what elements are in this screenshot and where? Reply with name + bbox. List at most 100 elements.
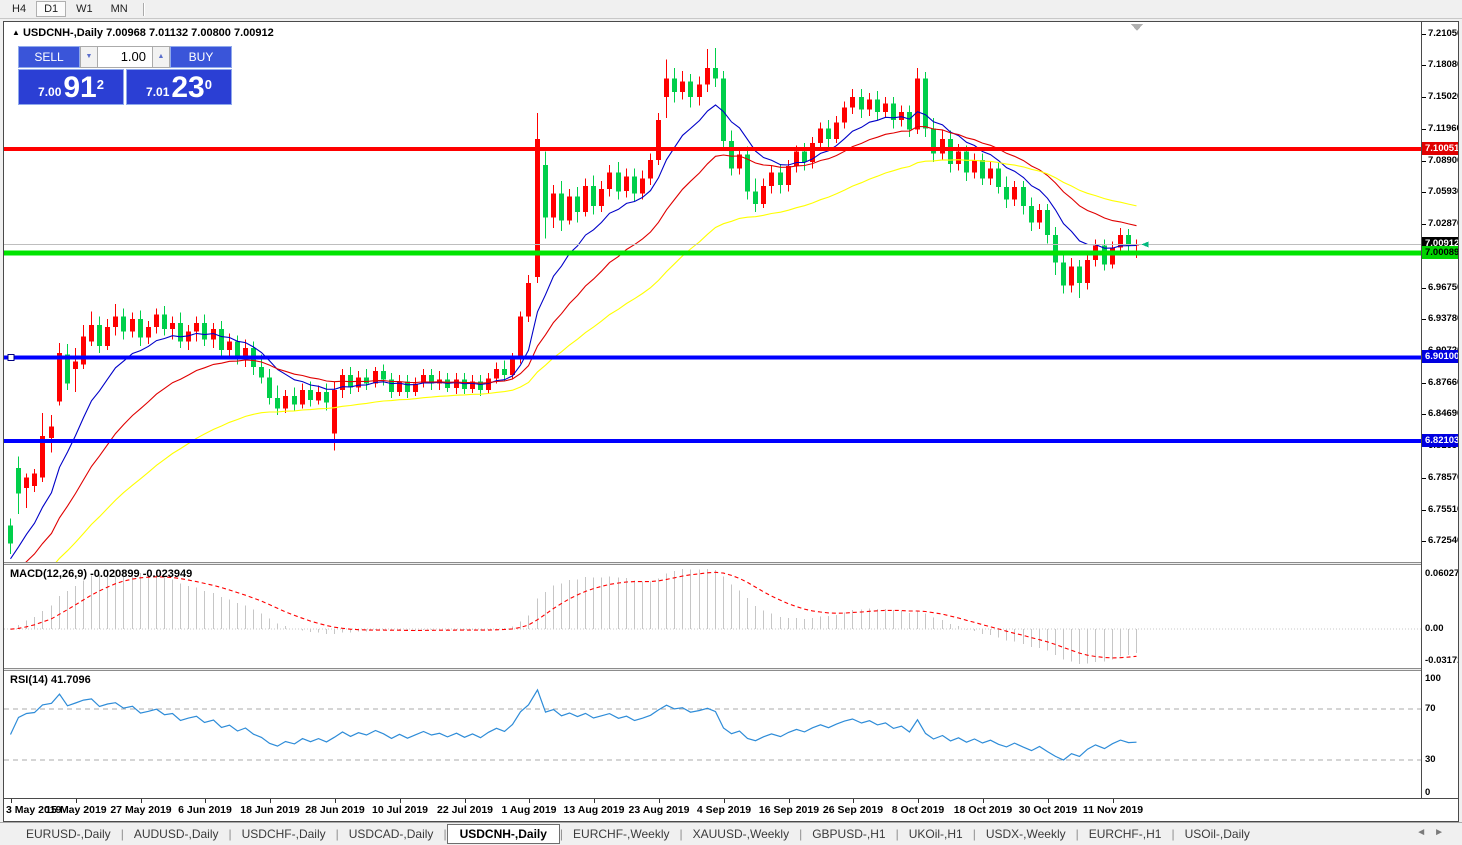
volume-decrease-button[interactable]: ▼ [80, 46, 98, 68]
date-axis-tick [594, 799, 595, 803]
date-tick-label: 27 May 2019 [110, 804, 171, 816]
price-tick-label: 6.78570 [1428, 472, 1459, 483]
price-tick-label: 6.93780 [1428, 313, 1459, 324]
volume-input[interactable]: 1.00 [98, 46, 152, 68]
date-tick-label: 18 Oct 2019 [954, 804, 1012, 816]
tab-usdx-weekly[interactable]: USDX-,Weekly [976, 825, 1076, 843]
date-tick-label: 6 Jun 2019 [178, 804, 232, 816]
price-axis[interactable]: 7.210507.180807.150207.119607.089007.059… [1422, 22, 1458, 798]
price-badge-6.82103[interactable]: 6.82103 [1422, 434, 1458, 447]
chart-tab-bar: EURUSD-,Daily|AUDUSD-,Daily|USDCHF-,Dail… [0, 822, 1462, 845]
macd-axis-zero: 0.00 [1425, 623, 1444, 634]
price-axis-tick [1422, 65, 1426, 66]
support-line-blue-upper[interactable] [4, 355, 1421, 359]
chart-shift-marker [1131, 24, 1143, 31]
date-tick-label: 1 Aug 2019 [501, 804, 556, 816]
rsi-name: RSI(14) [10, 674, 48, 686]
timeframe-button-h4[interactable]: H4 [4, 1, 34, 17]
price-axis-tick [1422, 383, 1426, 384]
buy-price-display[interactable]: 7.01 23 0 [126, 69, 232, 105]
one-click-trading-panel: SELL ▼ 1.00 ▲ BUY 7.00 91 2 7.01 23 0 [18, 46, 234, 105]
timeframe-button-d1[interactable]: D1 [36, 1, 66, 17]
macd-label: MACD(12,26,9) -0.020899 -0.023949 [10, 568, 192, 580]
symbol-collapse-icon[interactable]: ▲ [12, 28, 20, 37]
date-axis-tick [659, 799, 660, 803]
date-axis-tick [76, 799, 77, 803]
symbol-ohlc-line: ▲ USDCNH-,Daily 7.00968 7.01132 7.00800 … [12, 27, 274, 39]
price-axis-tick [1422, 288, 1426, 289]
tab-eurchf-h1[interactable]: EURCHF-,H1 [1079, 825, 1172, 843]
date-axis-tick [1048, 799, 1049, 803]
tab-eurusd-daily[interactable]: EURUSD-,Daily [16, 825, 121, 843]
date-tick-label: 22 Jul 2019 [437, 804, 493, 816]
rsi-axis-30: 30 [1425, 754, 1436, 765]
price-tick-label: 7.02870 [1428, 218, 1459, 229]
price-axis-tick [1422, 161, 1426, 162]
price-tick-label: 7.21050 [1428, 28, 1459, 39]
date-tick-label: 30 Oct 2019 [1019, 804, 1077, 816]
price-badge-7.10051[interactable]: 7.10051 [1422, 142, 1458, 155]
tab-scroll-arrows: ◄► [1416, 827, 1452, 838]
tab-scroll-left-icon[interactable]: ◄ [1416, 827, 1434, 838]
date-axis-tick [11, 799, 12, 803]
price-axis-tick [1422, 319, 1426, 320]
price-tick-label: 7.05930 [1428, 186, 1459, 197]
resistance-line-red[interactable] [4, 147, 1421, 151]
sell-price-display[interactable]: 7.00 91 2 [18, 69, 124, 105]
timeframe-button-w1[interactable]: W1 [68, 1, 101, 17]
date-axis-tick [335, 799, 336, 803]
tab-usoil-daily[interactable]: USOil-,Daily [1175, 825, 1260, 843]
buy-button[interactable]: BUY [170, 46, 232, 68]
date-axis-tick [141, 799, 142, 803]
macd-values: -0.020899 -0.023949 [90, 568, 192, 580]
price-tick-label: 6.72540 [1428, 535, 1459, 546]
current-price-line[interactable] [4, 244, 1421, 245]
tab-gbpusd-h1[interactable]: GBPUSD-,H1 [802, 825, 895, 843]
tab-usdchf-daily[interactable]: USDCHF-,Daily [232, 825, 336, 843]
price-axis-tick [1422, 541, 1426, 542]
symbol-title: USDCNH-,Daily [23, 27, 103, 39]
sell-price-sup: 2 [97, 70, 104, 100]
date-tick-label: 11 Nov 2019 [1083, 804, 1143, 816]
rsi-indicator-pane[interactable] [4, 671, 1421, 798]
tab-eurchf-weekly[interactable]: EURCHF-,Weekly [563, 825, 679, 843]
tab-usdcad-daily[interactable]: USDCAD-,Daily [339, 825, 444, 843]
macd-axis-max: 0.060273 [1425, 568, 1459, 579]
macd-name: MACD(12,26,9) [10, 568, 87, 580]
sell-button[interactable]: SELL [18, 46, 80, 68]
date-tick-label: 15 May 2019 [45, 804, 106, 816]
price-tick-label: 7.18080 [1428, 59, 1459, 70]
date-axis-tick [465, 799, 466, 803]
buy-price-prefix: 7.01 [146, 82, 169, 102]
support-line-green[interactable] [4, 251, 1421, 256]
volume-increase-button[interactable]: ▲ [152, 46, 170, 68]
date-axis[interactable]: 3 May 201915 May 201927 May 20196 Jun 20… [4, 798, 1458, 820]
rsi-label: RSI(14) 41.7096 [10, 674, 91, 686]
tab-xauusd-weekly[interactable]: XAUUSD-,Weekly [683, 825, 799, 843]
price-axis-tick [1422, 192, 1426, 193]
tab-usdcnh-daily[interactable]: USDCNH-,Daily [447, 824, 560, 844]
macd-indicator-pane[interactable] [4, 565, 1421, 668]
date-axis-tick [918, 799, 919, 803]
price-tick-label: 7.11960 [1428, 123, 1459, 134]
trading-platform-window: H4D1W1MN ▲ USDCNH-,Daily 7.00968 7.01132… [0, 0, 1462, 845]
price-badge-7.00089[interactable]: 7.00089 [1422, 246, 1458, 259]
date-axis-tick [853, 799, 854, 803]
tab-audusd-daily[interactable]: AUDUSD-,Daily [124, 825, 229, 843]
ohlc-values: 7.00968 7.01132 7.00800 7.00912 [106, 27, 274, 39]
support-line-blue-lower[interactable] [4, 439, 1421, 443]
buy-price-sup: 0 [205, 70, 212, 100]
price-tick-label: 6.96750 [1428, 282, 1459, 293]
last-price-arrow [1142, 241, 1149, 247]
timeframe-button-mn[interactable]: MN [103, 1, 136, 17]
price-badge-6.90100[interactable]: 6.90100 [1422, 350, 1458, 363]
date-axis-tick [1113, 799, 1114, 803]
price-axis-tick [1422, 34, 1426, 35]
date-tick-label: 13 Aug 2019 [564, 804, 625, 816]
tab-scroll-right-icon[interactable]: ► [1434, 827, 1452, 838]
rsi-axis-100: 100 [1425, 673, 1441, 684]
tab-ukoil-h1[interactable]: UKOil-,H1 [899, 825, 973, 843]
date-tick-label: 4 Sep 2019 [697, 804, 751, 816]
price-axis-tick [1422, 478, 1426, 479]
rsi-value: 41.7096 [51, 674, 91, 686]
